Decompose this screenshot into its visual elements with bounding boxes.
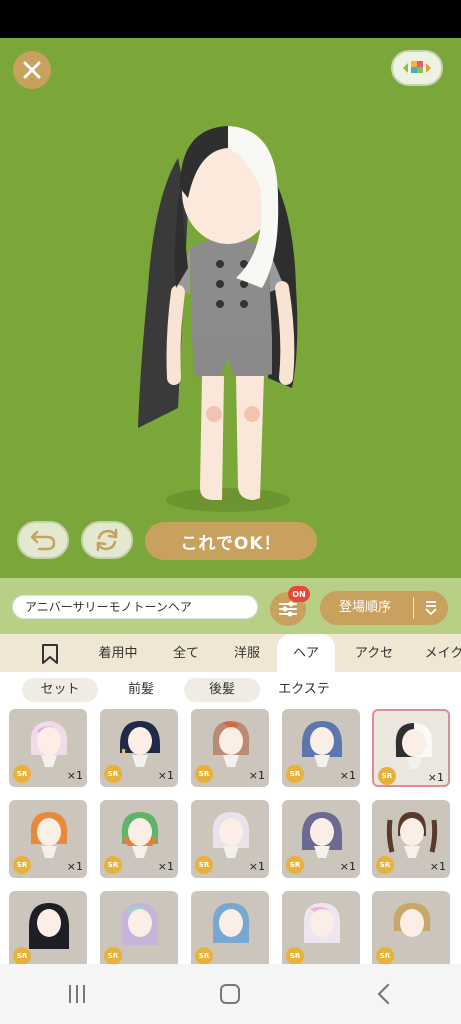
hair-thumbnail xyxy=(120,721,160,767)
hair-item[interactable]: SR xyxy=(100,891,178,964)
rarity-badge: SR xyxy=(104,947,122,964)
hair-thumbnail xyxy=(121,812,159,858)
hair-item[interactable]: SR ×1 xyxy=(9,709,87,787)
tab-hair[interactable]: ヘア xyxy=(277,634,335,672)
rarity-badge: SR xyxy=(376,947,394,964)
hair-item[interactable]: SR ×1 xyxy=(100,800,178,878)
item-count: ×1 xyxy=(66,769,83,782)
close-button[interactable] xyxy=(13,51,51,89)
hair-item[interactable]: SR ×1 xyxy=(282,709,360,787)
item-count: ×1 xyxy=(429,860,446,873)
hair-thumbnail xyxy=(212,812,250,858)
recent-apps-button[interactable] xyxy=(47,974,107,1014)
rarity-badge: SR xyxy=(286,765,304,783)
subtab-set[interactable]: セット xyxy=(22,678,98,702)
hair-item[interactable]: SR xyxy=(282,891,360,964)
rarity-badge: SR xyxy=(286,856,304,874)
hair-item[interactable]: SR ×1 xyxy=(282,800,360,878)
tab-all[interactable]: 全て xyxy=(156,634,216,672)
rarity-badge: SR xyxy=(195,765,213,783)
rarity-badge: SR xyxy=(376,856,394,874)
hair-thumbnail xyxy=(212,721,250,767)
rarity-badge: SR xyxy=(195,856,213,874)
sort-label: 登場順序 xyxy=(339,600,392,615)
rarity-badge: SR xyxy=(195,947,213,964)
subcategory-tabs: セット 前髪 後髪 エクステ xyxy=(0,672,461,706)
system-nav-bar xyxy=(0,964,461,1024)
hair-thumbnail xyxy=(30,812,68,858)
rarity-badge: SR xyxy=(13,765,31,783)
hair-thumbnail xyxy=(302,721,342,767)
item-count: ×1 xyxy=(427,771,444,784)
category-tabs: 着用中 全て 洋服 ヘア アクセ メイク xyxy=(0,634,461,672)
hair-thumbnail xyxy=(212,903,250,943)
rarity-badge: SR xyxy=(286,947,304,964)
hair-item[interactable]: SR ×1 xyxy=(372,800,450,878)
hair-thumbnail xyxy=(121,903,159,945)
item-count: ×1 xyxy=(339,769,356,782)
hair-thumbnail xyxy=(393,903,431,937)
hair-item[interactable]: SR ×1 xyxy=(100,709,178,787)
hair-item[interactable]: SR xyxy=(9,891,87,964)
bookmark-icon[interactable] xyxy=(40,643,60,665)
item-count: ×1 xyxy=(157,769,174,782)
undo-icon xyxy=(30,530,56,551)
hair-thumbnail xyxy=(302,812,342,858)
rarity-badge: SR xyxy=(378,767,396,785)
hair-thumbnail xyxy=(386,812,438,858)
item-name-field[interactable]: アニバーサリーモノトーンヘア xyxy=(12,595,258,619)
rarity-badge: SR xyxy=(104,856,122,874)
avatar-preview xyxy=(138,126,298,512)
hair-item[interactable]: SR ×1 xyxy=(191,709,269,787)
tab-accessories[interactable]: アクセ xyxy=(340,634,408,672)
item-count: ×1 xyxy=(248,769,265,782)
item-count: ×1 xyxy=(339,860,356,873)
hair-thumbnail xyxy=(395,723,433,769)
rarity-badge: SR xyxy=(104,765,122,783)
filter-on-badge: ON xyxy=(288,586,310,602)
hair-thumbnail xyxy=(303,903,341,943)
back-button[interactable] xyxy=(354,974,414,1014)
close-icon xyxy=(23,61,41,79)
sort-order-icon[interactable] xyxy=(424,600,438,616)
item-count: ×1 xyxy=(66,860,83,873)
rotate-button[interactable] xyxy=(81,521,133,559)
home-button[interactable] xyxy=(200,974,260,1014)
color-palette-button[interactable] xyxy=(391,50,443,86)
hair-thumbnail xyxy=(29,903,69,949)
hair-item[interactable]: SR ×1 xyxy=(9,800,87,878)
palette-icon xyxy=(403,61,431,73)
tab-clothes[interactable]: 洋服 xyxy=(218,634,276,672)
status-bar xyxy=(0,0,461,38)
sliders-icon xyxy=(279,601,297,617)
hair-item[interactable]: SR ×1 xyxy=(191,800,269,878)
subtab-bangs[interactable]: 前髪 xyxy=(104,678,178,702)
hair-item[interactable]: SR xyxy=(191,891,269,964)
hair-thumbnail xyxy=(30,721,68,767)
rotate-icon xyxy=(96,528,118,552)
hair-item-grid: SR ×1 SR ×1 SR ×1 SR ×1 SR ×1 SR ×1 SR ×… xyxy=(0,706,461,964)
recent-apps-icon xyxy=(68,985,85,1003)
back-icon xyxy=(378,983,390,1005)
tab-wearing[interactable]: 着用中 xyxy=(84,634,152,672)
sort-button[interactable]: 登場順序 xyxy=(320,591,448,625)
hair-item[interactable]: SR xyxy=(372,891,450,964)
item-count: ×1 xyxy=(248,860,265,873)
subtab-back-hair[interactable]: 後髪 xyxy=(184,678,260,702)
sort-divider xyxy=(413,597,414,619)
wardrobe-panel: アニバーサリーモノトーンヘア ON 登場順序 着用中 全て 洋服 ヘア アクセ … xyxy=(0,578,461,964)
hair-item-selected[interactable]: SR ×1 xyxy=(372,709,450,787)
rarity-badge: SR xyxy=(13,947,31,964)
toolbar-row: アニバーサリーモノトーンヘア ON 登場順序 xyxy=(0,578,461,634)
avatar-stage: これでOK！ xyxy=(0,38,461,578)
subtab-extensions[interactable]: エクステ xyxy=(266,678,342,702)
home-icon xyxy=(220,984,241,1004)
undo-button[interactable] xyxy=(17,521,69,559)
tab-makeup[interactable]: メイク xyxy=(414,634,461,672)
confirm-ok-button[interactable]: これでOK！ xyxy=(145,522,317,560)
item-count: ×1 xyxy=(157,860,174,873)
rarity-badge: SR xyxy=(13,856,31,874)
